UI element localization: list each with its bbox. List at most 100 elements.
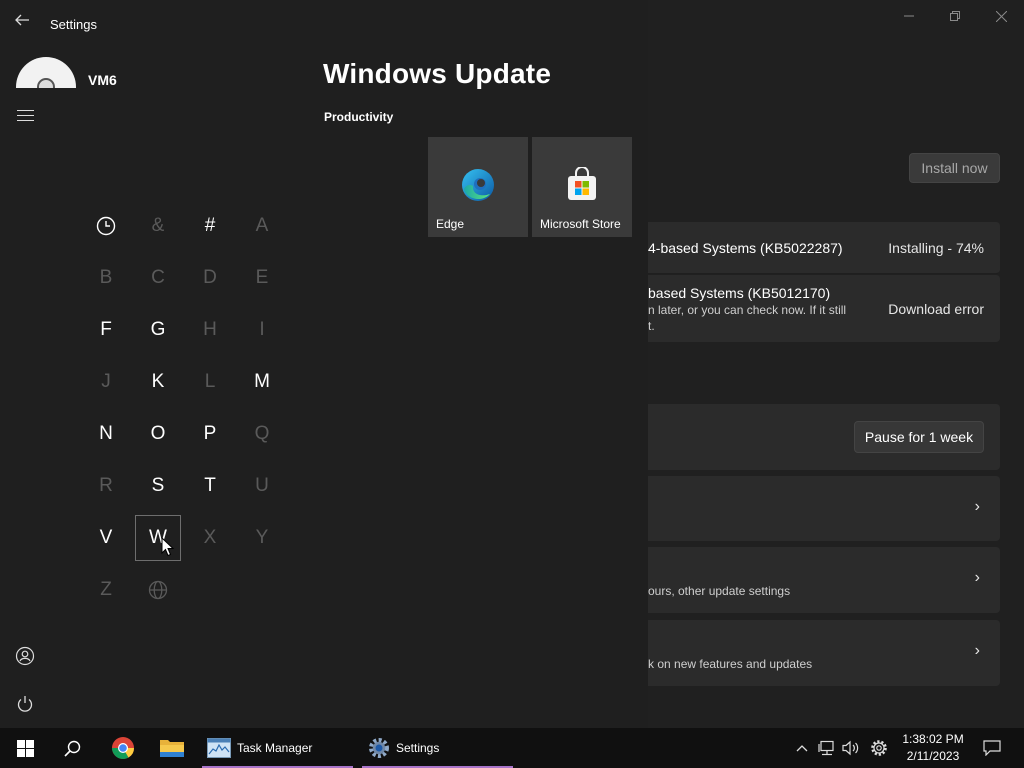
- alpha-cell-x: X: [187, 515, 233, 561]
- notifications-button[interactable]: [980, 728, 1004, 768]
- alpha-cell-a: A: [239, 203, 285, 249]
- task-manager-icon: [207, 738, 231, 758]
- alpha-cell-label: A: [255, 215, 269, 236]
- alpha-cell-r: R: [83, 463, 129, 509]
- alpha-cell-recent[interactable]: [83, 203, 129, 249]
- alpha-cell-t[interactable]: T: [187, 463, 233, 509]
- chevron-up-icon: [796, 745, 808, 752]
- hamburger-menu-icon[interactable]: [17, 110, 34, 122]
- clock-icon: [96, 216, 116, 236]
- alpha-cell-p[interactable]: P: [187, 411, 233, 457]
- alpha-cell-g[interactable]: G: [135, 307, 181, 353]
- clock-time: 1:38:02 PM: [902, 732, 964, 746]
- alpha-cell-label: &: [151, 215, 165, 236]
- windows-logo-icon: [16, 739, 34, 757]
- page-title: Windows Update: [323, 58, 552, 89]
- update-error-text-2: t.: [648, 319, 655, 333]
- update-name: based Systems (KB5012170): [648, 285, 831, 301]
- mouse-pointer-icon: [161, 537, 175, 557]
- settings-gear-icon: [369, 738, 389, 758]
- install-now-button[interactable]: Install now: [909, 153, 1000, 183]
- alpha-cell-other-languages: [135, 567, 181, 613]
- close-button[interactable]: [978, 0, 1024, 32]
- tile-label: Edge: [436, 217, 465, 231]
- alpha-cell-label: C: [151, 267, 165, 288]
- search-button[interactable]: [60, 728, 84, 768]
- account-icon[interactable]: [14, 645, 36, 667]
- alpha-cell-label: Q: [254, 423, 270, 444]
- alpha-cell-label: M: [254, 371, 270, 392]
- alpha-cell-n[interactable]: N: [83, 411, 129, 457]
- power-icon[interactable]: [14, 693, 36, 715]
- alpha-cell-v[interactable]: V: [83, 515, 129, 561]
- alpha-cell-f[interactable]: F: [83, 307, 129, 353]
- clock[interactable]: 1:38:02 PM 2/11/2023: [898, 731, 968, 765]
- minimize-button[interactable]: [886, 0, 932, 32]
- alpha-cell-label: Z: [100, 579, 112, 600]
- alpha-cell-label: S: [151, 475, 165, 496]
- chevron-right-icon: ›: [974, 569, 980, 586]
- start-menu: Settings VM6 Windows Update & # A B C D E F G H I J…: [0, 0, 648, 728]
- alpha-cell-label: T: [204, 475, 216, 496]
- file-explorer-button[interactable]: [158, 728, 186, 768]
- tile-label: Microsoft Store: [540, 217, 621, 231]
- alpha-cell-z: Z: [83, 567, 129, 613]
- advanced-options-card[interactable]: ours, other update settings ›: [640, 547, 1000, 613]
- alpha-cell-label: P: [203, 423, 217, 444]
- update-history-card[interactable]: ›: [640, 476, 1000, 541]
- alpha-cell-o[interactable]: O: [135, 411, 181, 457]
- alpha-cell-label: G: [150, 319, 166, 340]
- pause-button[interactable]: Pause for 1 week: [854, 421, 984, 453]
- alpha-cell-k[interactable]: K: [135, 359, 181, 405]
- tile-microsoft-store[interactable]: Microsoft Store: [532, 137, 632, 237]
- alpha-cell-hash[interactable]: #: [187, 203, 233, 249]
- update-row: based Systems (KB5012170) n later, or yo…: [640, 275, 1000, 342]
- avatar[interactable]: [16, 57, 76, 88]
- alpha-cell-label: V: [99, 527, 113, 548]
- back-arrow-icon[interactable]: [14, 13, 30, 32]
- alpha-cell-d: D: [187, 255, 233, 301]
- chrome-icon: [112, 737, 134, 759]
- minimize-icon: [904, 15, 914, 17]
- search-icon: [63, 740, 80, 757]
- edge-icon: [462, 169, 494, 201]
- close-icon: [995, 10, 1007, 22]
- alpha-cell-y: Y: [239, 515, 285, 561]
- chrome-button[interactable]: [110, 728, 136, 768]
- alpha-cell-label: B: [99, 267, 113, 288]
- settings-tray-button[interactable]: [868, 728, 890, 768]
- alpha-cell-label: H: [203, 319, 217, 340]
- alpha-cell-label: O: [150, 423, 166, 444]
- network-icon: [818, 740, 834, 756]
- alpha-cell-label: J: [101, 371, 111, 392]
- alpha-cell-h: H: [187, 307, 233, 353]
- taskbar-app-task-manager[interactable]: Task Manager: [202, 728, 353, 768]
- alpha-cell-c: C: [135, 255, 181, 301]
- restore-button[interactable]: [932, 0, 978, 32]
- tile-edge[interactable]: Edge: [428, 137, 528, 237]
- alpha-cell-q: Q: [239, 411, 285, 457]
- alpha-cell-label: N: [99, 423, 113, 444]
- alpha-cell-s[interactable]: S: [135, 463, 181, 509]
- alpha-cell-m[interactable]: M: [239, 359, 285, 405]
- chevron-right-icon: ›: [974, 498, 980, 515]
- chevron-right-icon: ›: [974, 642, 980, 659]
- taskbar-app-settings[interactable]: Settings: [362, 728, 513, 768]
- show-hidden-icons-button[interactable]: [791, 728, 813, 768]
- option-description: k on new features and updates: [648, 657, 813, 671]
- alpha-cell-label: I: [259, 319, 265, 340]
- group-label: Productivity: [324, 110, 394, 124]
- user-name[interactable]: VM6: [88, 72, 117, 88]
- app-title: Settings: [50, 17, 97, 32]
- insider-program-card[interactable]: k on new features and updates ›: [640, 620, 1000, 686]
- globe-icon: [148, 580, 168, 600]
- alpha-cell-e: E: [239, 255, 285, 301]
- volume-button[interactable]: [840, 728, 862, 768]
- update-status: Installing - 74%: [888, 240, 984, 256]
- start-button[interactable]: [12, 728, 38, 768]
- taskbar: Task Manager Settings 1:38:02 PM 2/11/20…: [0, 728, 1024, 768]
- gear-icon: [871, 740, 887, 756]
- alpha-cell-label: K: [151, 371, 165, 392]
- network-button[interactable]: [816, 728, 838, 768]
- microsoft-store-icon: [568, 167, 596, 200]
